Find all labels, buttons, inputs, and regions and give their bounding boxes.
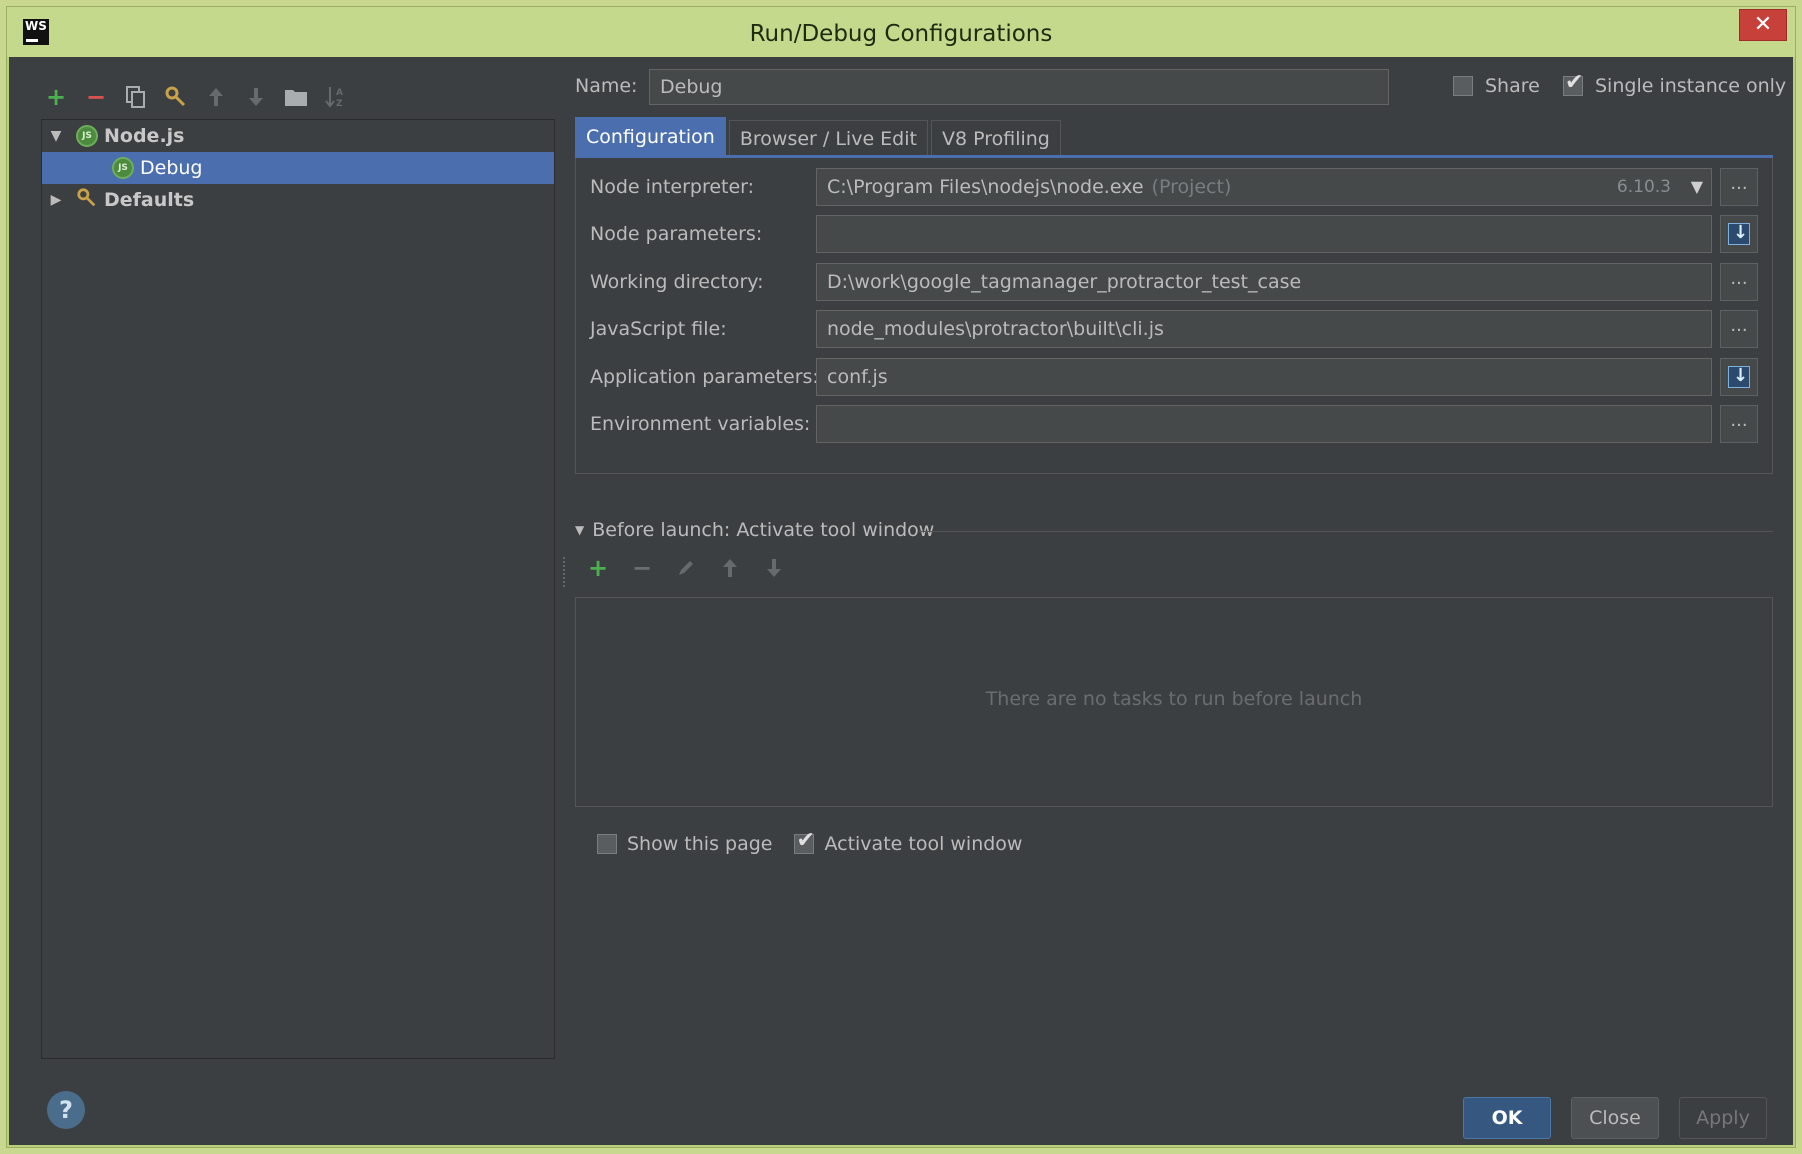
working-directory-browse-button[interactable]: ... (1720, 263, 1758, 301)
node-interpreter-label: Node interpreter: (590, 176, 755, 198)
node-parameters-label: Node parameters: (590, 223, 763, 245)
before-launch-divider (919, 531, 1773, 532)
show-this-page-label: Show this page (627, 833, 773, 855)
environment-variables-row: Environment variables: ... (576, 405, 1772, 443)
before-launch-toolbar: + − (585, 554, 787, 582)
application-parameters-expand-button[interactable] (1720, 358, 1758, 396)
before-launch-title: Before launch: Activate tool window (592, 519, 935, 541)
node-interpreter-hint: (Project) (1151, 176, 1232, 198)
tree-item-defaults[interactable]: ▶ Defaults (42, 184, 554, 216)
close-button[interactable]: Close (1571, 1097, 1659, 1139)
share-checkbox-box[interactable] (1453, 76, 1473, 96)
help-button[interactable]: ? (47, 1091, 85, 1129)
tree-item-label: Node.js (104, 125, 185, 147)
activate-tool-window-checkbox-box[interactable] (794, 828, 815, 854)
node-interpreter-row: Node interpreter: C:\Program Files\nodej… (576, 168, 1772, 206)
sort-icon[interactable]: AZ (323, 84, 349, 110)
close-window-button[interactable]: ✕ (1739, 9, 1787, 41)
chevron-down-icon[interactable]: ▼ (1691, 169, 1703, 205)
tree-item-nodejs[interactable]: ▼ JS Node.js (42, 120, 554, 152)
working-directory-row: Working directory: D:\work\google_tagman… (576, 263, 1772, 301)
folder-icon[interactable] (283, 84, 309, 110)
dialog-window: WS Run/Debug Configurations ✕ + − A Z ▼ … (6, 6, 1796, 1148)
single-instance-checkbox[interactable]: Single instance only (1563, 70, 1787, 97)
working-directory-label: Working directory: (590, 271, 764, 293)
title-bar: WS Run/Debug Configurations ✕ (7, 7, 1795, 57)
expanded-arrow-icon[interactable]: ▼ (48, 128, 64, 144)
add-task-icon[interactable]: + (585, 554, 611, 582)
ok-button[interactable]: OK (1463, 1097, 1551, 1139)
application-parameters-label: Application parameters: (590, 366, 819, 388)
activate-tool-window-checkbox[interactable]: Activate tool window (794, 828, 1023, 855)
working-directory-input[interactable]: D:\work\google_tagmanager_protractor_tes… (816, 263, 1712, 301)
collapse-arrow-icon[interactable]: ▼ (575, 523, 584, 537)
tree-item-debug[interactable]: JS Debug (42, 152, 554, 184)
nodejs-icon: JS (112, 157, 134, 179)
node-parameters-row: Node parameters: (576, 215, 1772, 253)
empty-tasks-message: There are no tasks to run before launch (985, 688, 1363, 710)
javascript-file-browse-button[interactable]: ... (1720, 310, 1758, 348)
tab-browser-live-edit[interactable]: Browser / Live Edit (728, 120, 928, 156)
javascript-file-row: JavaScript file: node_modules\protractor… (576, 310, 1772, 348)
move-task-up-icon[interactable] (717, 555, 743, 581)
before-launch-header[interactable]: ▼ Before launch: Activate tool window (575, 519, 934, 541)
configurations-toolbar: + − AZ (43, 79, 349, 115)
javascript-file-label: JavaScript file: (590, 318, 727, 340)
wrench-icon (76, 187, 98, 214)
expand-icon (1728, 218, 1750, 248)
tree-item-label: Defaults (104, 189, 195, 211)
expand-icon (1728, 361, 1750, 391)
before-launch-options: Show this page Activate tool window (597, 828, 1023, 855)
config-tabs: Configuration Browser / Live Edit V8 Pro… (575, 117, 1064, 156)
activate-tool-window-label: Activate tool window (824, 833, 1023, 855)
application-parameters-row: Application parameters: conf.js (576, 358, 1772, 396)
window-title: Run/Debug Configurations (749, 21, 1053, 47)
name-input[interactable]: Debug (649, 69, 1389, 105)
configuration-panel: Node interpreter: C:\Program Files\nodej… (575, 158, 1773, 474)
edit-task-icon[interactable] (673, 555, 699, 581)
tree-item-label: Debug (140, 157, 203, 179)
environment-variables-browse-button[interactable]: ... (1720, 405, 1758, 443)
show-this-page-checkbox[interactable]: Show this page (597, 833, 772, 855)
remove-icon[interactable]: − (83, 83, 109, 111)
node-interpreter-value: C:\Program Files\nodejs\node.exe (827, 176, 1144, 198)
collapsed-arrow-icon[interactable]: ▶ (48, 192, 64, 208)
copy-icon[interactable] (123, 84, 149, 110)
show-this-page-checkbox-box[interactable] (597, 834, 617, 854)
javascript-file-input[interactable]: node_modules\protractor\built\cli.js (816, 310, 1712, 348)
environment-variables-label: Environment variables: (590, 413, 811, 435)
single-instance-label: Single instance only (1595, 75, 1787, 97)
share-checkbox[interactable]: Share (1453, 75, 1540, 97)
move-down-icon[interactable] (243, 84, 269, 110)
nodejs-icon: JS (76, 125, 98, 147)
node-interpreter-select[interactable]: C:\Program Files\nodejs\node.exe (Project… (816, 168, 1712, 206)
application-parameters-input[interactable]: conf.js (816, 358, 1712, 396)
remove-task-icon[interactable]: − (629, 554, 655, 582)
node-interpreter-browse-button[interactable]: ... (1720, 168, 1758, 206)
tab-v8-profiling[interactable]: V8 Profiling (930, 120, 1061, 156)
add-icon[interactable]: + (43, 83, 69, 111)
move-task-down-icon[interactable] (761, 555, 787, 581)
apply-button[interactable]: Apply (1679, 1097, 1767, 1139)
svg-text:Z: Z (336, 99, 343, 109)
environment-variables-input[interactable] (816, 405, 1712, 443)
dialog-body: + − AZ ▼ JS Node.js JS Debug ▶ Defaults … (9, 57, 1793, 1145)
node-version: 6.10.3 (1616, 177, 1671, 197)
svg-text:A: A (336, 88, 343, 98)
edit-defaults-icon[interactable] (163, 84, 189, 110)
single-instance-checkbox-box[interactable] (1563, 70, 1583, 96)
tab-configuration[interactable]: Configuration (575, 117, 726, 155)
before-launch-tasks-list[interactable]: There are no tasks to run before launch (575, 597, 1773, 807)
name-label: Name: (575, 75, 638, 97)
node-parameters-expand-button[interactable] (1720, 215, 1758, 253)
move-up-icon[interactable] (203, 84, 229, 110)
share-label: Share (1485, 75, 1540, 97)
node-parameters-input[interactable] (816, 215, 1712, 253)
configurations-tree: ▼ JS Node.js JS Debug ▶ Defaults (41, 119, 555, 1059)
splitter-handle[interactable] (563, 557, 567, 587)
